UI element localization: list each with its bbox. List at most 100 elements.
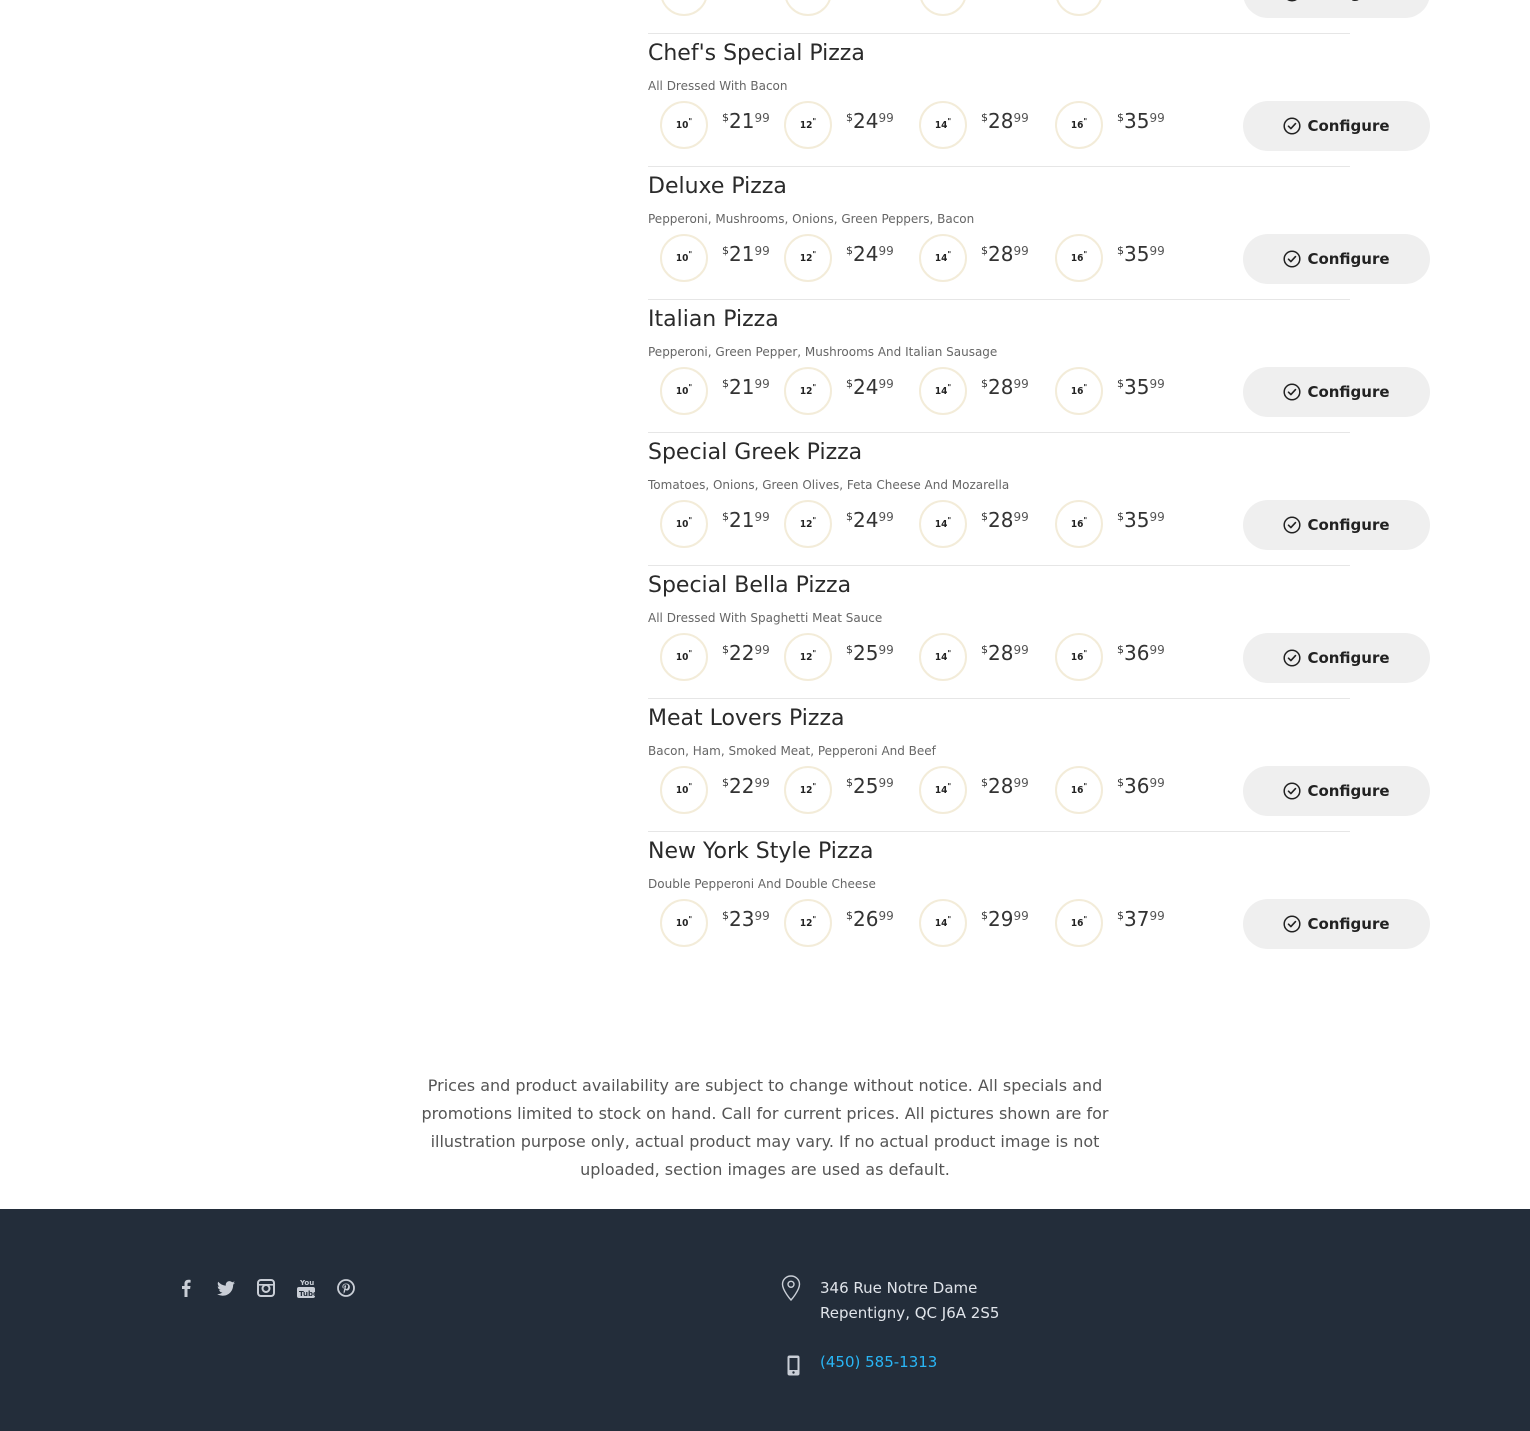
size-badge[interactable]: 10"	[660, 367, 708, 415]
size-option[interactable]: 14"$2899	[919, 633, 1029, 681]
size-badge[interactable]: 16"	[1055, 766, 1103, 814]
configure-button[interactable]: Configure	[1243, 633, 1430, 683]
configure-button[interactable]: Configure	[1243, 766, 1430, 816]
size-badge[interactable]: 12"	[784, 367, 832, 415]
size-badge[interactable]: 10"	[660, 234, 708, 282]
size-badge[interactable]: 14"	[919, 899, 967, 947]
size-badge[interactable]: 10"	[660, 633, 708, 681]
size-badge[interactable]: 16"	[1055, 0, 1103, 16]
size-badge[interactable]: 10"	[660, 0, 708, 16]
price-cents: 99	[754, 909, 770, 923]
price-cents: 99	[878, 909, 894, 923]
size-option[interactable]: 16"$3599	[1055, 0, 1103, 16]
size-badge[interactable]: 14"	[919, 101, 967, 149]
size-options: 10"$219912"$249914"$289916"$3599	[660, 234, 1220, 282]
size-badge[interactable]: 16"	[1055, 899, 1103, 947]
instagram-icon[interactable]	[256, 1277, 276, 1299]
price-cents: 99	[754, 510, 770, 524]
size-option[interactable]: 10"$2199	[660, 234, 770, 282]
size-label: 10	[675, 917, 689, 929]
configure-button[interactable]: Configure	[1243, 367, 1430, 417]
size-badge[interactable]: 14"	[919, 0, 967, 16]
size-label: 10	[675, 518, 689, 530]
size-label: 10	[675, 252, 689, 264]
size-option[interactable]: 12"$2499	[784, 234, 894, 282]
size-option[interactable]: 12"$2499	[784, 500, 894, 548]
size-badge[interactable]: 14"	[919, 766, 967, 814]
size-option[interactable]: 16 " $3699	[1055, 766, 1165, 814]
configure-button[interactable]: Configure	[1243, 234, 1430, 284]
size-badge[interactable]: 16"	[1055, 633, 1103, 681]
configure-button[interactable]: Configure	[1243, 101, 1430, 151]
youtube-icon[interactable]: You Tube	[296, 1277, 316, 1299]
size-option[interactable]: 14"$2899	[919, 234, 1029, 282]
size-label: 16	[1070, 252, 1084, 264]
size-option[interactable]: 12"$2499	[784, 101, 894, 149]
configure-button[interactable]: Configure	[1243, 899, 1430, 949]
size-option[interactable]: 14"$2899	[919, 0, 967, 16]
price-cents: 99	[1149, 111, 1165, 125]
size-badge[interactable]: 16"	[1055, 367, 1103, 415]
size-badge[interactable]: 10"	[660, 899, 708, 947]
size-option[interactable]: 10"$2199	[660, 367, 770, 415]
item-name: New York Style Pizza	[648, 839, 874, 864]
size-badge[interactable]: 14"	[919, 234, 967, 282]
size-badge[interactable]: 12"	[784, 766, 832, 814]
size-option[interactable]: 16"$3599	[1055, 500, 1165, 548]
price-cents: 99	[1013, 643, 1029, 657]
size-option[interactable]: 12"$2499	[784, 367, 894, 415]
currency-symbol: $	[722, 776, 729, 789]
price-whole: 28	[988, 508, 1014, 532]
size-badge[interactable]: 12"	[784, 0, 832, 16]
currency-symbol: $	[981, 244, 988, 257]
footer-phone-link[interactable]: (450) 585-1313	[820, 1353, 937, 1371]
size-badge[interactable]: 16"	[1055, 101, 1103, 149]
size-option[interactable]: 12 " $2599	[784, 766, 894, 814]
size-option[interactable]: 16"$3599	[1055, 234, 1165, 282]
size-option[interactable]: 16"$3599	[1055, 367, 1165, 415]
size-option[interactable]: 14"$2899	[919, 500, 1029, 548]
currency-symbol: $	[846, 909, 853, 922]
size-option[interactable]: 14"$2899	[919, 367, 1029, 415]
size-badge[interactable]: 10"	[660, 500, 708, 548]
configure-button[interactable]: Configure	[1243, 500, 1430, 550]
menu-item: Chef's Special Pizza All Dressed With Bac…	[648, 33, 1430, 166]
size-option[interactable]: 10 " $2299	[660, 766, 770, 814]
size-option[interactable]: 12"$2499	[784, 0, 832, 16]
size-option[interactable]: 12 " $2699	[784, 899, 894, 947]
price-whole: 25	[853, 641, 879, 665]
size-option[interactable]: 16"$3599	[1055, 101, 1165, 149]
size-option[interactable]: 10 " $2399	[660, 899, 770, 947]
size-option[interactable]: 14 " $2999	[919, 899, 1029, 947]
size-option[interactable]: 14"$2899	[919, 101, 1029, 149]
size-badge[interactable]: 12"	[784, 101, 832, 149]
size-option[interactable]: 10"$2199	[660, 0, 708, 16]
size-option[interactable]: 10 " $2299	[660, 633, 770, 681]
check-circle-icon	[1283, 649, 1301, 667]
size-badge[interactable]: 12"	[784, 234, 832, 282]
size-badge[interactable]: 12"	[784, 500, 832, 548]
facebook-icon[interactable]	[176, 1277, 196, 1299]
size-option[interactable]: 14"$2899	[919, 766, 1029, 814]
size-badge[interactable]: 14"	[919, 367, 967, 415]
size-badge[interactable]: 16"	[1055, 500, 1103, 548]
size-badge[interactable]: 12"	[784, 899, 832, 947]
size-option[interactable]: 10"$2199	[660, 500, 770, 548]
twitter-icon[interactable]	[216, 1277, 236, 1299]
size-option[interactable]: 16 " $3699	[1055, 633, 1165, 681]
size-badge[interactable]: 14"	[919, 500, 967, 548]
pinterest-icon[interactable]	[336, 1277, 356, 1299]
size-option[interactable]: 10"$2199	[660, 101, 770, 149]
size-badge[interactable]: 10"	[660, 101, 708, 149]
price-cents: 99	[1013, 377, 1029, 391]
currency-symbol: $	[722, 111, 729, 124]
size-option[interactable]: 12 " $2599	[784, 633, 894, 681]
size-badge[interactable]: 10"	[660, 766, 708, 814]
currency-symbol: $	[846, 111, 853, 124]
size-option[interactable]: 16 " $3799	[1055, 899, 1165, 947]
size-options: 10 " $2299 12 " $2599 14 " $2899 16 " $3699	[660, 766, 1220, 814]
size-badge[interactable]: 16"	[1055, 234, 1103, 282]
configure-button[interactable]: Configure	[1243, 0, 1430, 18]
size-badge[interactable]: 12"	[784, 633, 832, 681]
size-badge[interactable]: 14"	[919, 633, 967, 681]
